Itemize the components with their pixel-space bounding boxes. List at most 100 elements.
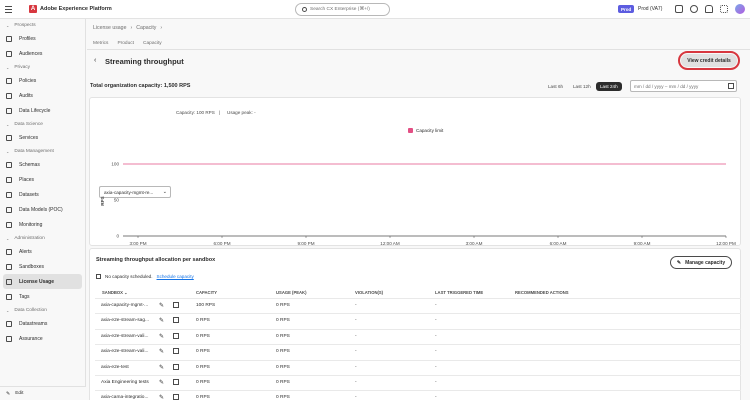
sidebar-item[interactable]: Policies [0,73,85,88]
cell-usage: 0 RPS [276,380,290,385]
top-bar: A Adobe Experience Platform Search CX En… [0,0,750,19]
help-icon[interactable] [690,5,698,13]
cell-capacity: 0 RPS [196,364,210,370]
sidebar-section[interactable]: ⌄ Data Collection [0,304,85,316]
nav-icon [6,293,12,300]
cell-sandbox: axia-cama-integratio... [101,395,149,400]
manage-capacity-button[interactable]: ✎ Manage capacity [670,256,732,269]
edit-label: Edit [15,391,24,396]
edit-icon[interactable]: ✎ [159,394,165,400]
avatar[interactable] [735,4,745,14]
back-arrow-icon[interactable]: ‹ [94,57,96,64]
tab-product[interactable]: Product [117,41,134,46]
date-placeholder: mm / dd / yyyy – mm / dd / yyyy [634,83,699,89]
header-sandbox[interactable]: SANDBOX ⌄ [102,290,128,295]
chat-icon[interactable] [675,5,683,13]
sidebar-section[interactable]: ⌄ Data Science [0,118,85,130]
sidebar-item[interactable]: Alerts [0,244,85,259]
sidebar-section[interactable]: ⌄ Privacy [0,61,85,73]
x-tick-label: 6:00 AM [550,241,567,246]
calendar-icon [96,274,101,279]
sidebar-item-label: Alerts [19,248,32,255]
sidebar-section-label: Data Collection [14,307,47,313]
apps-grid-icon[interactable] [720,5,728,13]
breadcrumb-license-usage[interactable]: License usage [93,25,126,31]
sandbox-monitor-icon[interactable] [173,363,179,370]
tab-bar: Metrics Product Capacity [93,41,162,46]
sidebar-item[interactable]: Tags [0,289,85,304]
divider [87,49,750,50]
edit-icon[interactable]: ✎ [159,333,165,340]
sidebar-item[interactable]: Assurance [0,331,85,346]
sandbox-monitor-icon[interactable] [173,348,179,355]
sidebar-item[interactable]: Data Models (POC) [0,202,85,217]
sidebar-item[interactable]: Audiences [0,46,85,61]
chevron-down-icon: ⌄ [6,307,10,313]
nav-icon [6,107,12,114]
cell-sandbox: axia-capacity-mgmt-... [101,303,149,308]
range-last-12h[interactable]: Last 12h [569,82,595,91]
sidebar-section[interactable]: ⌄ Administration [0,232,85,244]
y-tick-label: 0 [116,234,119,239]
x-tick-label: 3:00 AM [466,241,483,246]
sidebar-item-label: Monitoring [19,221,43,228]
edit-icon[interactable]: ✎ [159,302,165,309]
cell-violations: - [355,395,357,400]
cell-sandbox: axia-e2e-stream-vali... [101,333,149,339]
sandbox-monitor-icon[interactable] [173,302,179,308]
sidebar-item[interactable]: Data Lifecycle [0,103,85,118]
y-axis-label: RPS [100,196,105,205]
bell-icon[interactable] [705,5,713,13]
table-row: Axia Engineering tests ✎ 0 RPS 0 RPS - - [95,375,741,390]
sidebar-item[interactable]: Sandboxes [0,259,85,274]
nav-icon [6,221,12,228]
range-last-6h[interactable]: Last 6h [544,82,567,91]
sidebar-item-label: Audiences [19,50,43,57]
sidebar-item-label: Places [19,176,35,183]
edit-icon[interactable]: ✎ [159,317,165,324]
view-credit-details-button[interactable]: View credit details [678,51,740,70]
sidebar-item[interactable]: Places [0,172,85,187]
sidebar-item[interactable]: Monitoring [0,217,85,232]
sidebar-item[interactable]: Schemas [0,157,85,172]
sandbox-monitor-icon[interactable] [173,317,179,324]
edit-nav-button[interactable]: ✎ Edit [0,386,86,400]
sidebar-item[interactable]: Audits [0,88,85,103]
x-tick-label: 12:00 AM [380,241,400,246]
sidebar-item[interactable]: License Usage [3,274,82,289]
sidebar-item[interactable]: Services [0,130,85,145]
search-placeholder: Search CX Enterprise (⌘+/) [310,7,370,12]
nav-icon [6,176,12,183]
cell-usage: 0 RPS [276,395,290,400]
edit-icon[interactable]: ✎ [159,379,165,386]
manage-capacity-label: Manage capacity [685,259,726,266]
sidebar-item[interactable]: Datasets [0,187,85,202]
edit-icon[interactable]: ✎ [159,364,165,371]
breadcrumb-capacity[interactable]: Capacity [136,25,156,31]
calendar-icon[interactable] [728,83,734,89]
sandbox-monitor-icon[interactable] [173,332,179,339]
sandbox-monitor-icon[interactable] [173,394,179,400]
schedule-capacity-link[interactable]: Schedule capacity [157,274,194,279]
edit-icon[interactable]: ✎ [159,348,165,355]
breadcrumb-separator: › [160,25,163,31]
org-switcher[interactable]: Prod (VA7) [638,6,662,12]
tab-capacity[interactable]: Capacity [143,41,162,46]
sidebar-item[interactable]: Datastreams [0,316,85,331]
cell-last-triggered: - [435,349,437,355]
search-input[interactable]: Search CX Enterprise (⌘+/) [295,3,390,16]
sidebar-item[interactable]: Profiles [0,31,85,46]
sandbox-monitor-icon[interactable] [173,379,179,385]
sidebar-section[interactable]: ⌄ Prospects [0,19,85,31]
header-violations: VIOLATION(S) [355,290,384,295]
cell-usage: 0 RPS [276,349,290,355]
tab-metrics[interactable]: Metrics [93,41,108,46]
sidebar-section[interactable]: ⌄ Data Management [0,145,85,157]
range-last-24h[interactable]: Last 24h [596,82,622,91]
chevron-down-icon: ⌄ [6,121,10,127]
date-range-input[interactable]: mm / dd / yyyy – mm / dd / yyyy [630,80,737,92]
chart-panel: axia-capacity-mgmt-re... ⌄ Capacity: 100… [89,97,741,246]
nav-icon [6,263,12,270]
menu-icon[interactable] [5,5,19,13]
sidebar-item-label: Services [19,134,39,141]
